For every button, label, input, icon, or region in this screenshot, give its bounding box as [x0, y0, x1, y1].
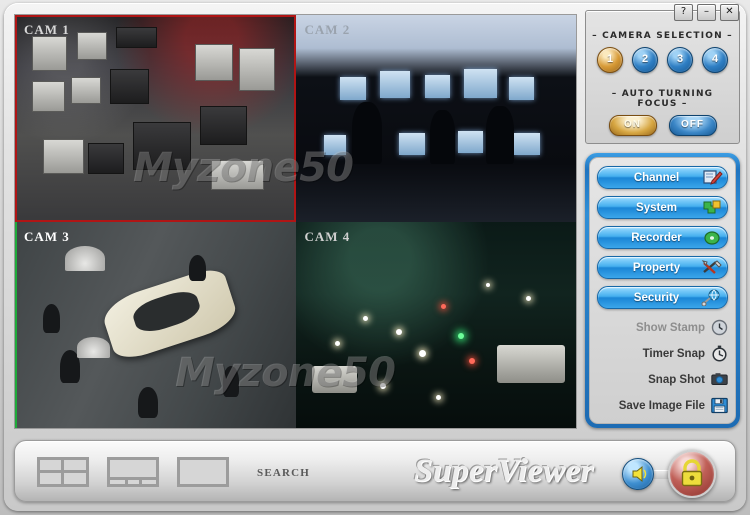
video-cell-cam2[interactable]: CAM 2	[295, 15, 576, 222]
help-button[interactable]: ?	[674, 4, 693, 21]
menu-button-security[interactable]: Security	[597, 286, 728, 309]
menu-label-recorder: Recorder	[631, 231, 682, 244]
action-label-show-stamp: Show Stamp	[635, 321, 705, 334]
menu-button-recorder[interactable]: Recorder	[597, 226, 728, 249]
right-control-column: – CAMERA SELECTION – 1 2 3 4 – AUTO TURN…	[585, 10, 740, 428]
action-label-snap-shot: Snap Shot	[648, 373, 705, 386]
video-cell-cam1[interactable]: CAM 1	[15, 15, 296, 222]
search-button[interactable]: SEARCH	[257, 467, 310, 479]
globe-plug-icon	[701, 289, 723, 307]
menu-button-system[interactable]: System	[597, 196, 728, 219]
menu-button-channel[interactable]: Channel	[597, 166, 728, 189]
floppy-disk-icon	[711, 397, 728, 414]
action-save-image-file[interactable]: Save Image File	[597, 397, 728, 414]
menu-label-channel: Channel	[633, 171, 680, 184]
camera-button-4[interactable]: 4	[702, 47, 728, 73]
menu-label-system: System	[636, 201, 677, 214]
menu-label-security: Security	[633, 291, 680, 304]
camera-controls-box: – CAMERA SELECTION – 1 2 3 4 – AUTO TURN…	[585, 10, 740, 144]
action-timer-snap[interactable]: Timer Snap	[597, 345, 728, 362]
cam3-label: CAM 3	[24, 228, 70, 244]
auto-turning-focus-toggle: ON OFF	[590, 115, 735, 136]
puzzle-icon	[701, 199, 723, 216]
camera-button-3[interactable]: 3	[667, 47, 693, 73]
cam1-label: CAM 1	[24, 22, 70, 37]
action-show-stamp[interactable]: Show Stamp	[597, 319, 728, 336]
main-menu-panel: Channel System Recorder Property Securit…	[585, 153, 740, 428]
lock-icon[interactable]	[668, 450, 716, 498]
camera-selection-title: – CAMERA SELECTION –	[592, 31, 733, 41]
action-label-save-image-file: Save Image File	[618, 399, 705, 412]
video-grid: CAM 1 CAM 2 CAM 3 CAM 4 Myzone50 Myzone5…	[14, 14, 577, 429]
layout-buttons	[37, 457, 229, 487]
auto-focus-off-button[interactable]: OFF	[668, 115, 717, 136]
camera-button-2[interactable]: 2	[632, 47, 658, 73]
auto-turning-focus-title: – AUTO TURNING FOCUS –	[611, 89, 714, 109]
menu-label-property: Property	[632, 261, 681, 274]
cam2-label: CAM 2	[304, 22, 351, 37]
tools-icon	[701, 259, 723, 276]
action-list: Show Stamp Timer Snap Snap Shot Save Ima…	[597, 319, 728, 414]
camera-button-1[interactable]: 1	[597, 47, 623, 73]
action-snap-shot[interactable]: Snap Shot	[597, 371, 728, 388]
note-pencil-icon	[701, 169, 723, 186]
camera-selection-buttons: 1 2 3 4	[590, 47, 735, 73]
speaker-icon[interactable]	[622, 458, 654, 490]
menu-button-property[interactable]: Property	[597, 256, 728, 279]
video-cell-cam4[interactable]: CAM 4	[295, 221, 576, 428]
cam4-label: CAM 4	[304, 228, 351, 244]
action-label-timer-snap: Timer Snap	[642, 347, 705, 360]
video-cell-cam3[interactable]: CAM 3	[15, 221, 296, 428]
clock-icon	[711, 319, 728, 336]
layout-one-plus-three-button[interactable]	[107, 457, 159, 487]
layout-quad-button[interactable]	[37, 457, 89, 487]
close-button[interactable]: ✕	[720, 4, 739, 21]
disc-icon	[701, 229, 723, 246]
titlebar-buttons: ? – ✕	[674, 4, 739, 21]
app-logo: SuperViewer	[414, 453, 594, 489]
auto-focus-on-button[interactable]: ON	[608, 115, 657, 136]
layout-single-button[interactable]	[177, 457, 229, 487]
camera-icon	[711, 371, 728, 388]
stopwatch-icon	[711, 345, 728, 362]
minimize-button[interactable]: –	[697, 4, 716, 21]
superviewer-window: ? – ✕ CAM 1 CAM 2 CAM 3 CAM 4 Myzone50 M…	[0, 0, 750, 515]
